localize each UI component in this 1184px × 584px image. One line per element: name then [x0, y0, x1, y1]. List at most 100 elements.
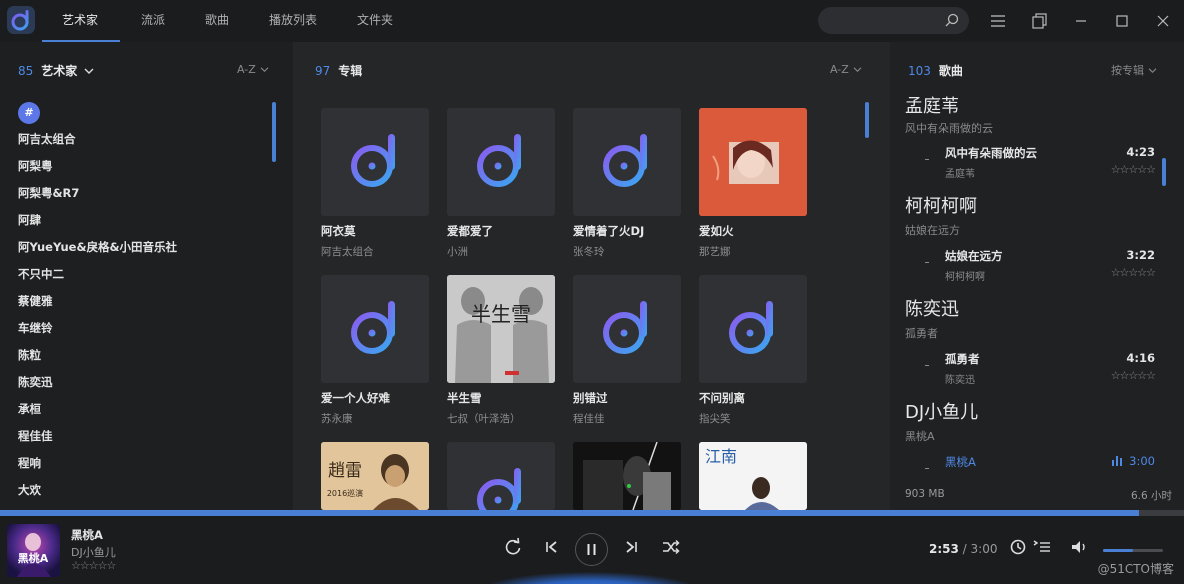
list-item[interactable]: 程响 — [18, 455, 268, 482]
group-album[interactable]: 风中有朵雨做的云 — [905, 120, 993, 136]
list-item[interactable]: 陈奕迅 — [18, 374, 268, 401]
album-cover[interactable]: 趙雷 2016巡演 — [321, 442, 429, 510]
group-album[interactable]: 孤勇者 — [905, 325, 938, 341]
album-artist[interactable]: 那艺娜 — [699, 244, 807, 259]
minimize-icon[interactable] — [1072, 12, 1090, 30]
repeat-icon[interactable] — [502, 536, 524, 558]
list-item[interactable]: 阿肆 — [18, 212, 268, 239]
songs-scrollbar[interactable] — [1162, 158, 1166, 186]
rating-stars[interactable]: ☆☆☆☆☆ — [1111, 266, 1156, 279]
artists-sort-label: A-Z — [237, 63, 256, 76]
menu-icon[interactable] — [989, 12, 1007, 30]
list-item[interactable]: 承桓 — [18, 401, 268, 428]
album-card[interactable]: 不问别离 指尖笑 — [699, 275, 807, 426]
list-item[interactable]: 阿梨粤&R7 — [18, 185, 268, 212]
album-artist[interactable]: 阿吉太组合 — [321, 244, 429, 259]
group-artist[interactable]: 陈奕迅 — [905, 295, 959, 321]
rating-stars[interactable]: ☆☆☆☆☆ — [1111, 369, 1156, 382]
album-artist[interactable]: 苏永康 — [321, 411, 429, 426]
album-cover[interactable] — [447, 108, 555, 216]
album-card[interactable]: 半生雪 半生雪 七叔（叶泽浩） — [447, 275, 555, 426]
list-item[interactable]: 阿YueYue&戾格&小田音乐社 — [18, 239, 268, 266]
list-item[interactable]: 陈粒 — [18, 347, 268, 374]
artists-sort[interactable]: A-Z — [237, 62, 269, 76]
tab-artists[interactable]: 艺术家 — [42, 0, 120, 42]
album-cover[interactable] — [699, 275, 807, 383]
album-card[interactable]: 爱一个人好难 苏永康 — [321, 275, 429, 426]
albums-scrollbar[interactable] — [865, 102, 869, 138]
rating-stars[interactable]: ☆☆☆☆☆ — [71, 559, 116, 572]
volume-icon[interactable] — [1068, 536, 1090, 558]
list-item[interactable]: 程佳佳 — [18, 428, 268, 455]
now-playing-artist[interactable]: DJ小鱼儿 — [71, 544, 116, 560]
album-card[interactable]: 爱情着了火DJ 张冬玲 — [573, 108, 681, 259]
chevron-down-icon[interactable] — [84, 67, 94, 75]
album-card[interactable]: 别错过 程佳佳 — [573, 275, 681, 426]
album-cover[interactable]: 江南 — [699, 442, 807, 510]
queue-icon[interactable] — [1031, 536, 1053, 558]
track-marker — [925, 262, 929, 263]
list-item[interactable]: 阿梨粤 — [18, 158, 268, 185]
album-cover[interactable] — [699, 108, 807, 216]
group-album[interactable]: 姑娘在远方 — [905, 222, 960, 238]
group-artist[interactable]: 柯柯柯啊 — [905, 192, 977, 218]
album-artist[interactable]: 七叔（叶泽浩） — [447, 411, 555, 426]
album-card[interactable]: 爱如火 那艺娜 — [699, 108, 807, 259]
table-row[interactable]: 风中有朵雨做的云 孟庭苇 4:23 ☆☆☆☆☆ — [905, 143, 1156, 180]
album-card[interactable]: 爱都爱了 小洲 — [447, 108, 555, 259]
album-cover[interactable] — [321, 108, 429, 216]
album-artist[interactable]: 指尖笑 — [699, 411, 807, 426]
previous-icon[interactable] — [541, 536, 563, 558]
artists-scrollbar[interactable] — [272, 102, 276, 162]
group-artist[interactable]: 孟庭苇 — [905, 92, 959, 118]
main-tabs: 艺术家 流派 歌曲 播放列表 文件夹 — [42, 0, 413, 42]
album-card[interactable] — [573, 442, 681, 510]
album-artist[interactable]: 张冬玲 — [573, 244, 681, 259]
album-cover[interactable] — [573, 275, 681, 383]
album-card[interactable]: 江南 — [699, 442, 807, 510]
app-logo-icon[interactable] — [7, 6, 35, 34]
shuffle-icon[interactable] — [660, 536, 682, 558]
search-input[interactable] — [818, 7, 969, 34]
search-icon[interactable] — [945, 13, 959, 27]
list-item[interactable]: 蔡健雅 — [18, 293, 268, 320]
album-card[interactable] — [447, 442, 555, 510]
tab-genres[interactable]: 流派 — [120, 0, 185, 42]
list-item[interactable]: 大欢 — [18, 482, 268, 509]
album-card[interactable]: 阿衣莫 阿吉太组合 — [321, 108, 429, 259]
now-playing-title[interactable]: 黑桃A — [71, 527, 103, 543]
albums-sort[interactable]: A-Z — [830, 62, 862, 76]
album-card[interactable]: 趙雷 2016巡演 — [321, 442, 429, 510]
songs-sort[interactable]: 按专辑 — [1111, 62, 1157, 78]
album-cover[interactable] — [321, 275, 429, 383]
timer-icon[interactable] — [1007, 536, 1029, 558]
album-artist[interactable]: 程佳佳 — [573, 411, 681, 426]
album-artist[interactable]: 小洲 — [447, 244, 555, 259]
album-cover[interactable] — [447, 442, 555, 510]
index-letter-badge[interactable]: # — [18, 102, 40, 124]
album-cover[interactable] — [573, 108, 681, 216]
artists-title[interactable]: 艺术家 — [41, 64, 77, 78]
copy-icon[interactable] — [1031, 12, 1049, 30]
rating-stars[interactable]: ☆☆☆☆☆ — [1111, 163, 1156, 176]
group-album[interactable]: 黑桃A — [905, 428, 935, 444]
album-cover[interactable]: 半生雪 — [447, 275, 555, 383]
visualizer-glow — [480, 572, 700, 584]
album-cover[interactable] — [573, 442, 681, 510]
table-row[interactable]: 孤勇者 陈奕迅 4:16 ☆☆☆☆☆ — [905, 349, 1156, 386]
tab-songs[interactable]: 歌曲 — [185, 0, 249, 42]
pause-button[interactable] — [575, 533, 608, 566]
close-icon[interactable] — [1154, 12, 1172, 30]
volume-slider[interactable] — [1103, 549, 1163, 552]
table-row[interactable]: 姑娘在远方 柯柯柯啊 3:22 ☆☆☆☆☆ — [905, 246, 1156, 283]
group-artist[interactable]: DJ小鱼儿 — [905, 398, 978, 424]
now-playing-cover[interactable]: 黑桃A — [7, 524, 60, 577]
list-item[interactable]: 不只中二 — [18, 266, 268, 293]
list-item[interactable]: 阿吉太组合 — [18, 131, 268, 158]
tab-playlists[interactable]: 播放列表 — [249, 0, 337, 42]
list-item[interactable]: 车继铃 — [18, 320, 268, 347]
tab-folders[interactable]: 文件夹 — [337, 0, 413, 42]
table-row-now-playing[interactable]: 黑桃A 3:00 — [905, 452, 1155, 486]
maximize-icon[interactable] — [1113, 12, 1131, 30]
next-icon[interactable] — [620, 536, 642, 558]
